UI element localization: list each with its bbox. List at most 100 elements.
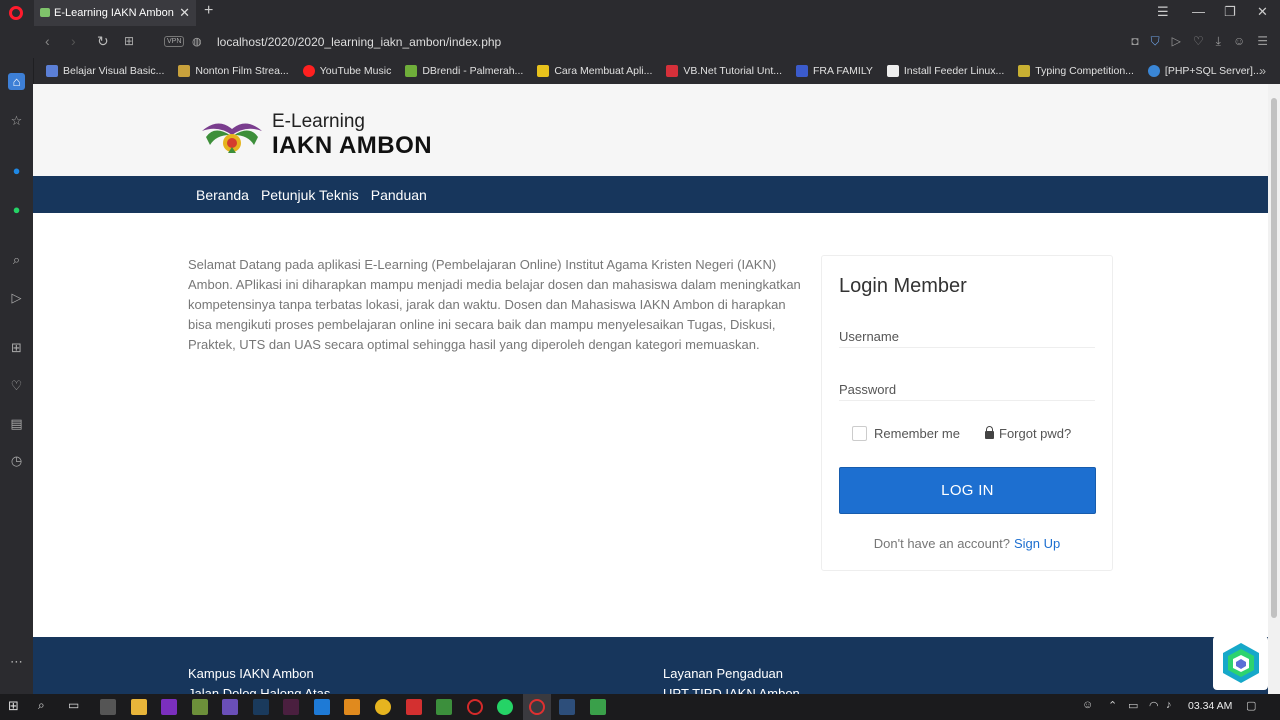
windows-start-icon[interactable]: ⊞ xyxy=(8,698,19,714)
bookmark-item[interactable]: VB.Net Tutorial Unt... xyxy=(666,65,782,77)
battery-icon[interactable]: ▭ xyxy=(1128,699,1138,712)
tab-close-icon[interactable]: ✕ xyxy=(179,0,190,26)
bookmarks-more-icon[interactable]: » xyxy=(1259,64,1266,78)
login-button[interactable]: LOG IN xyxy=(839,467,1096,514)
bookmark-favicon-icon xyxy=(537,65,550,77)
flow-send-icon[interactable]: ▷ xyxy=(8,289,25,306)
people-icon[interactable]: ☺ xyxy=(1082,699,1093,711)
visual-studio-icon[interactable] xyxy=(222,699,238,715)
whatsapp-taskbar-icon[interactable] xyxy=(497,699,513,715)
sublime-icon[interactable] xyxy=(344,699,360,715)
page-scrollbar[interactable] xyxy=(1268,84,1280,694)
welcome-text: Selamat Datang pada aplikasi E-Learning … xyxy=(188,257,801,352)
speed-dial-star-icon[interactable]: ☆ xyxy=(8,112,25,129)
vscode-icon[interactable] xyxy=(314,699,330,715)
nav-beranda[interactable]: Beranda xyxy=(196,187,249,203)
forward-icon[interactable]: › xyxy=(71,33,76,49)
file-explorer-icon[interactable] xyxy=(131,699,147,715)
iakn-logo-icon xyxy=(202,123,262,153)
tray-overflow-icon[interactable]: ⌃ xyxy=(1108,699,1117,712)
download-icon[interactable]: ⤓ xyxy=(1216,34,1221,49)
password-field-wrapper xyxy=(839,379,1095,401)
taskbar-app-icon[interactable] xyxy=(375,699,391,715)
filezilla-icon[interactable] xyxy=(406,699,422,715)
extensions-icon[interactable]: ⊞ xyxy=(8,339,25,356)
bookmark-item[interactable]: Install Feeder Linux... xyxy=(886,65,1004,77)
taskbar-search-icon[interactable]: ⌕ xyxy=(38,698,45,713)
address-bar: ‹ › ↻ ⊞ VPN ◍ localhost/2020/2020_learni… xyxy=(0,26,1280,58)
home-icon[interactable]: ⌂ xyxy=(8,73,25,90)
taskbar-clock[interactable]: 03.34 AM xyxy=(1188,700,1232,712)
onenote-icon[interactable] xyxy=(161,699,177,715)
browser-tab[interactable]: E-Learning IAKN Ambon ✕ xyxy=(34,0,196,26)
bookmark-item[interactable]: Cara Membuat Apli... xyxy=(537,65,652,77)
send-icon[interactable]: ▷ xyxy=(1172,34,1181,49)
taskbar-app-icon[interactable] xyxy=(436,699,452,715)
bookmark-favicon-icon xyxy=(795,65,808,77)
volume-icon[interactable]: ♪ xyxy=(1166,699,1172,711)
new-tab-button[interactable]: + xyxy=(204,2,213,20)
back-icon[interactable]: ‹ xyxy=(45,33,50,49)
footer-service-unit: UPT TIPD IAKN Ambon xyxy=(663,686,800,694)
remember-checkbox[interactable] xyxy=(852,426,867,441)
bookmark-favicon-icon xyxy=(886,65,899,77)
bookmark-item[interactable]: Typing Competition... xyxy=(1018,65,1134,77)
taskbar-app-icon[interactable] xyxy=(100,699,116,715)
history-clock-icon[interactable]: ◷ xyxy=(8,452,25,469)
task-view-icon[interactable]: ▭ xyxy=(68,698,79,712)
tabs-grid-icon[interactable]: ⊞ xyxy=(124,34,134,48)
whatsapp-icon[interactable]: ● xyxy=(8,201,25,218)
bookmark-favicon-icon xyxy=(1147,65,1160,77)
opera-icon[interactable] xyxy=(467,699,483,715)
scrollbar-thumb[interactable] xyxy=(1271,98,1277,618)
minimize-icon[interactable]: — xyxy=(1192,4,1205,19)
login-panel: Login Member Remember me Forgot pwd? LOG… xyxy=(821,255,1113,571)
maximize-icon[interactable]: ❐ xyxy=(1224,4,1236,20)
forgot-password-link[interactable]: Forgot pwd? xyxy=(985,426,1071,441)
account-icon[interactable]: ☺ xyxy=(1233,34,1245,49)
notifications-icon[interactable]: ▢ xyxy=(1246,699,1256,712)
site-logo[interactable]: E-Learning IAKN AMBON xyxy=(200,112,432,158)
opera-menu-icon[interactable] xyxy=(9,6,23,20)
easy-setup-icon[interactable]: ☰ xyxy=(1257,34,1268,49)
remember-me[interactable]: Remember me xyxy=(852,426,960,441)
bookmark-item[interactable]: YouTube Music xyxy=(302,65,391,77)
vpn-badge[interactable]: VPN xyxy=(164,36,185,47)
bookmark-item[interactable]: Belajar Visual Basic... xyxy=(46,65,164,77)
heart-icon[interactable]: ♡ xyxy=(1193,34,1204,49)
taskbar-app-icon[interactable] xyxy=(192,699,208,715)
taskbar-app-icon[interactable] xyxy=(590,699,606,715)
bookmarks-heart-icon[interactable]: ♡ xyxy=(8,377,25,394)
nav-petunjuk-teknis[interactable]: Petunjuk Teknis xyxy=(261,187,359,203)
nav-panduan[interactable]: Panduan xyxy=(371,187,427,203)
adobe-xd-icon[interactable] xyxy=(283,699,299,715)
url-field[interactable]: localhost/2020/2020_learning_iakn_ambon/… xyxy=(217,35,501,49)
username-input[interactable] xyxy=(839,326,1095,347)
remember-label: Remember me xyxy=(874,426,960,441)
taskbar-app-icon[interactable] xyxy=(559,699,575,715)
opera-active-icon[interactable] xyxy=(529,699,545,715)
signup-link[interactable]: Sign Up xyxy=(1014,536,1060,551)
camera-icon[interactable]: ◘ xyxy=(1131,34,1138,49)
bookmark-item[interactable]: FRA FAMILY xyxy=(795,65,873,77)
window-close-icon[interactable]: ✕ xyxy=(1257,4,1268,20)
bookmark-favicon-icon xyxy=(178,65,191,77)
search-icon[interactable]: ⌕ xyxy=(8,251,25,268)
news-icon[interactable]: ▤ xyxy=(8,415,25,432)
bookmark-item[interactable]: DBrendi - Palmerah... xyxy=(405,65,523,77)
photoshop-icon[interactable] xyxy=(253,699,269,715)
bookmark-favicon-icon xyxy=(302,65,315,77)
bookmark-item[interactable]: Nonton Film Strea... xyxy=(178,65,289,77)
floating-widget-button[interactable] xyxy=(1213,636,1268,690)
messenger-icon[interactable]: ● xyxy=(8,162,25,179)
reload-icon[interactable]: ↻ xyxy=(97,33,109,50)
tab-menu-icon[interactable]: ☰ xyxy=(1157,4,1169,20)
browser-tab-bar: E-Learning IAKN Ambon ✕ + ☰ — ❐ ✕ xyxy=(0,0,1280,26)
bookmark-item[interactable]: [PHP+SQL Server]... xyxy=(1147,65,1262,77)
main-content: Selamat Datang pada aplikasi E-Learning … xyxy=(33,213,1268,637)
more-dots-icon[interactable]: ⋯ xyxy=(8,653,25,670)
shield-icon[interactable]: ⛉ xyxy=(1151,34,1160,49)
forgot-label: Forgot pwd? xyxy=(999,426,1072,441)
wifi-icon[interactable]: ◠ xyxy=(1149,699,1159,712)
password-input[interactable] xyxy=(839,379,1095,400)
